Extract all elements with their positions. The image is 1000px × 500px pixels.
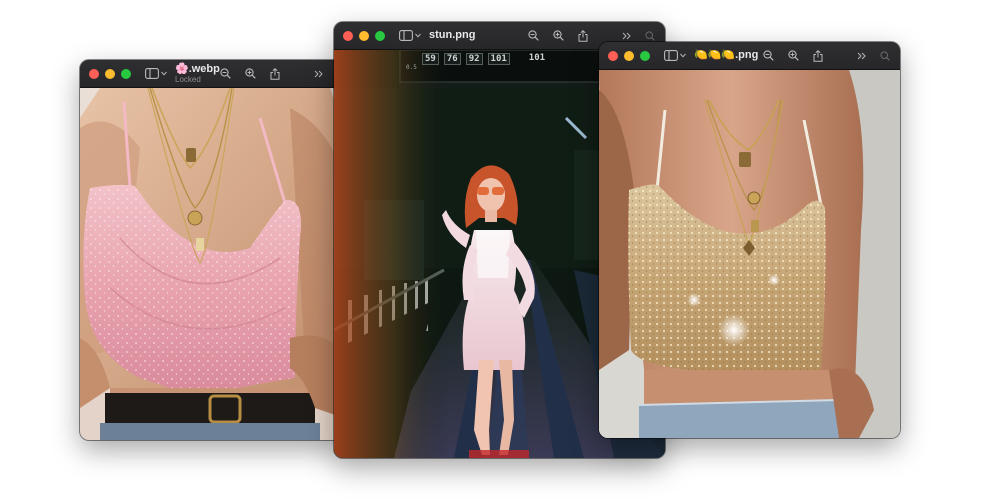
traffic-lights [343, 30, 385, 41]
search-icon[interactable] [645, 30, 655, 41]
minimize-button[interactable] [624, 50, 634, 61]
zoom-out-icon[interactable] [763, 50, 774, 61]
zoom-in-icon[interactable] [788, 50, 799, 61]
sidebar-icon [399, 30, 413, 41]
sidebar-icon [145, 68, 159, 79]
score-frame-2: 76 [443, 53, 461, 65]
score-frame-4: 101 [487, 53, 510, 65]
sidebar-toggle-button[interactable] [399, 30, 421, 41]
minimize-button[interactable] [359, 30, 369, 41]
window-subtitle: Locked [175, 74, 201, 84]
fullscreen-button[interactable] [375, 30, 385, 41]
fullscreen-button[interactable] [121, 68, 131, 79]
share-icon[interactable] [813, 49, 823, 62]
chevron-down-icon [680, 53, 686, 58]
chevron-double-right-icon[interactable] [622, 32, 631, 40]
fullscreen-button[interactable] [640, 50, 650, 61]
chevron-double-right-icon[interactable] [314, 70, 323, 78]
share-icon[interactable] [578, 29, 588, 42]
score-frame-3: 92 [465, 53, 483, 65]
zoom-in-icon[interactable] [553, 30, 564, 41]
close-button[interactable] [343, 30, 353, 41]
chevron-down-icon [161, 71, 167, 76]
scoreboard-small-label: 0.5 [406, 64, 417, 71]
minimize-button[interactable] [105, 68, 115, 79]
score-total: 101 [528, 53, 546, 63]
chevron-double-right-icon[interactable] [857, 52, 866, 60]
close-button[interactable] [608, 50, 618, 61]
preview-window-gold-top[interactable]: 🍋🍋🍋.png [599, 42, 900, 438]
window-titlebar[interactable]: 🍋🍋🍋.png [599, 42, 900, 70]
zoom-in-icon[interactable] [245, 68, 256, 79]
search-icon[interactable] [880, 50, 890, 61]
score-frame-1: 59 [422, 53, 439, 65]
photo-pink-sequin-top [80, 88, 344, 440]
share-icon[interactable] [270, 67, 280, 80]
zoom-out-icon[interactable] [220, 68, 231, 79]
photo-gold-sequin-top [599, 70, 900, 438]
sidebar-toggle-button[interactable] [664, 50, 686, 61]
chevron-down-icon [415, 33, 421, 38]
image-viewport[interactable] [599, 70, 900, 438]
sidebar-icon [664, 50, 678, 61]
traffic-lights [608, 50, 650, 61]
window-title: 🍋🍋🍋.png [694, 49, 759, 61]
preview-window-pink-top[interactable]: 🌸.webp Locked [80, 60, 344, 440]
window-titlebar[interactable]: 🌸.webp Locked [80, 60, 344, 88]
window-title: 🌸.webp [175, 62, 220, 75]
traffic-lights [89, 68, 131, 79]
close-button[interactable] [89, 68, 99, 79]
image-viewport[interactable] [80, 88, 344, 440]
window-title: stun.png [429, 29, 476, 41]
sidebar-toggle-button[interactable] [145, 68, 167, 79]
zoom-out-icon[interactable] [528, 30, 539, 41]
scoreboard: 59 76 92 101 101 [422, 53, 545, 65]
